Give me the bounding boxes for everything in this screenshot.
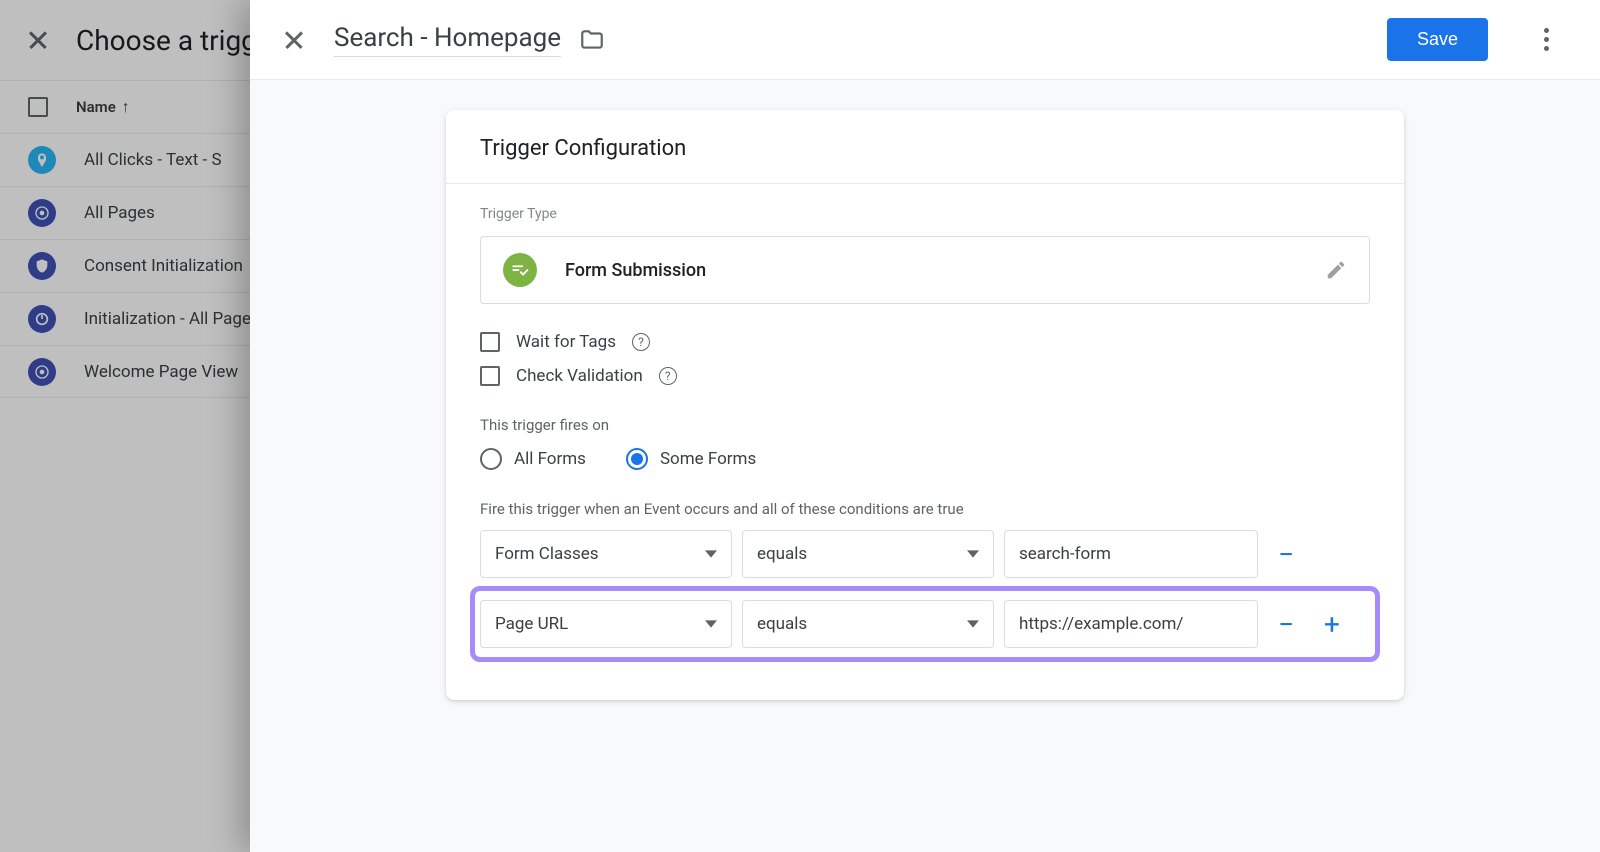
fires-on-label: This trigger fires on	[480, 416, 1370, 434]
wait-for-tags-checkbox[interactable]	[480, 332, 500, 352]
add-condition-button[interactable]: +	[1314, 606, 1350, 642]
panel-header: Search - Homepage Save	[250, 0, 1600, 80]
all-forms-label: All Forms	[514, 449, 586, 469]
trigger-type-label: Trigger Type	[480, 206, 1370, 222]
help-icon[interactable]: ?	[659, 367, 677, 385]
wait-for-tags-row: Wait for Tags ?	[480, 332, 1370, 352]
remove-condition-button[interactable]: −	[1268, 606, 1304, 642]
check-validation-label: Check Validation	[516, 366, 643, 386]
check-validation-row: Check Validation ?	[480, 366, 1370, 386]
check-validation-checkbox[interactable]	[480, 366, 500, 386]
form-submission-icon	[503, 253, 537, 287]
some-forms-radio[interactable]: Some Forms	[626, 448, 756, 470]
close-icon[interactable]	[284, 30, 304, 50]
condition-variable-select[interactable]: Page URL	[480, 600, 732, 648]
condition-operator-select[interactable]: equals	[742, 530, 994, 578]
condition-value-input[interactable]	[1004, 600, 1258, 648]
card-title: Trigger Configuration	[446, 110, 1404, 184]
trigger-configuration-card: Trigger Configuration Trigger Type Form …	[446, 110, 1404, 700]
fires-on-radio-group: All Forms Some Forms	[480, 448, 1370, 470]
conditions-label: Fire this trigger when an Event occurs a…	[480, 500, 1370, 518]
help-icon[interactable]: ?	[632, 333, 650, 351]
all-forms-radio[interactable]: All Forms	[480, 448, 586, 470]
save-button[interactable]: Save	[1387, 18, 1488, 61]
folder-icon[interactable]	[579, 27, 605, 53]
trigger-edit-panel: Search - Homepage Save Trigger Configura…	[250, 0, 1600, 852]
some-forms-label: Some Forms	[660, 449, 756, 469]
trigger-name-input[interactable]: Search - Homepage	[334, 23, 561, 57]
edit-icon[interactable]	[1325, 259, 1347, 281]
trigger-type-name: Form Submission	[565, 260, 1297, 281]
condition-value-input[interactable]	[1004, 530, 1258, 578]
condition-row: Form Classesequals −	[480, 530, 1370, 578]
wait-for-tags-label: Wait for Tags	[516, 332, 616, 352]
more-vertical-icon	[1544, 28, 1549, 51]
condition-operator-select[interactable]: equals	[742, 600, 994, 648]
more-options-button[interactable]	[1526, 20, 1566, 60]
radio-selected-icon	[626, 448, 648, 470]
condition-variable-select[interactable]: Form Classes	[480, 530, 732, 578]
condition-row: Page URLequals −+	[474, 590, 1376, 658]
radio-icon	[480, 448, 502, 470]
trigger-type-selector[interactable]: Form Submission	[480, 236, 1370, 304]
remove-condition-button[interactable]: −	[1268, 536, 1304, 572]
